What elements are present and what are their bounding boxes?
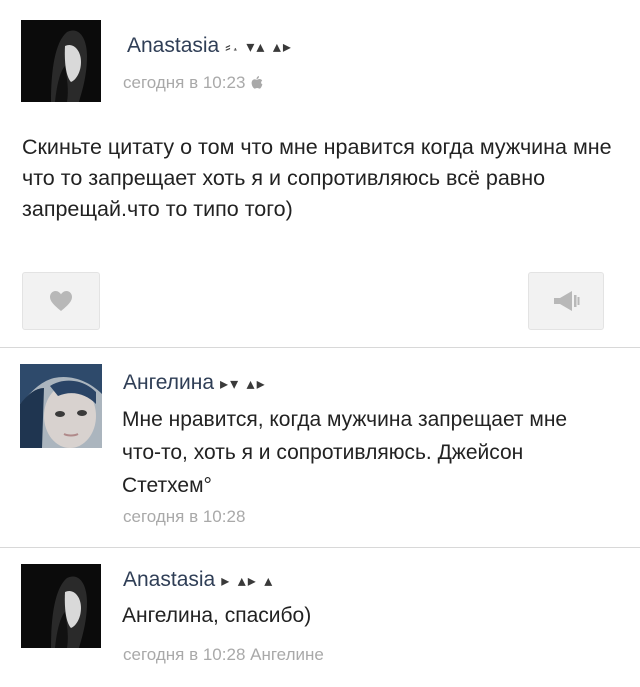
megaphone-icon bbox=[554, 291, 580, 311]
comment-timestamp: сегодня в 10:28 Ангелине bbox=[123, 645, 324, 664]
comment-author-avatar[interactable] bbox=[21, 564, 101, 648]
avatar-image bbox=[20, 364, 102, 448]
like-button[interactable] bbox=[22, 272, 100, 330]
author-decoration: ▸▾ ▴▸ bbox=[220, 376, 267, 393]
post-time: сегодня в 10:23 bbox=[123, 73, 246, 92]
avatar-image bbox=[21, 20, 101, 102]
comment-author-name[interactable]: Ангелина ▸▾ ▴▸ bbox=[123, 371, 267, 395]
author-name-text: Ангелина bbox=[123, 371, 215, 394]
apple-icon bbox=[251, 74, 263, 89]
author-decoration: ⸗˔ ▾▴ ▴▸ bbox=[225, 39, 293, 56]
post-author-avatar[interactable] bbox=[21, 20, 101, 102]
avatar-image bbox=[21, 564, 101, 648]
comment-author-name[interactable]: Anastasia ▸ ▴▸ ▴ bbox=[123, 568, 274, 592]
comment-timestamp: сегодня в 10:28 bbox=[123, 507, 246, 526]
post-timestamp: сегодня в 10:23 bbox=[123, 73, 263, 93]
comment-text: Мне нравится, когда мужчина запрещает мн… bbox=[122, 408, 568, 497]
author-name-text: Anastasia bbox=[127, 34, 220, 57]
post-body-text: Скиньте цитату о том что мне нравится ко… bbox=[22, 135, 612, 221]
post-author-name[interactable]: Anastasia ⸗˔ ▾▴ ▴▸ bbox=[127, 34, 293, 58]
author-name-text: Anastasia bbox=[123, 568, 216, 591]
share-button[interactable] bbox=[528, 272, 604, 330]
comment-author-avatar[interactable] bbox=[20, 364, 102, 448]
author-decoration: ▸ ▴▸ ▴ bbox=[221, 573, 275, 590]
heart-icon bbox=[50, 291, 72, 311]
comment-divider bbox=[0, 547, 640, 548]
comment-text: Ангелина, спасибо) bbox=[122, 604, 312, 627]
post-divider bbox=[0, 347, 640, 348]
